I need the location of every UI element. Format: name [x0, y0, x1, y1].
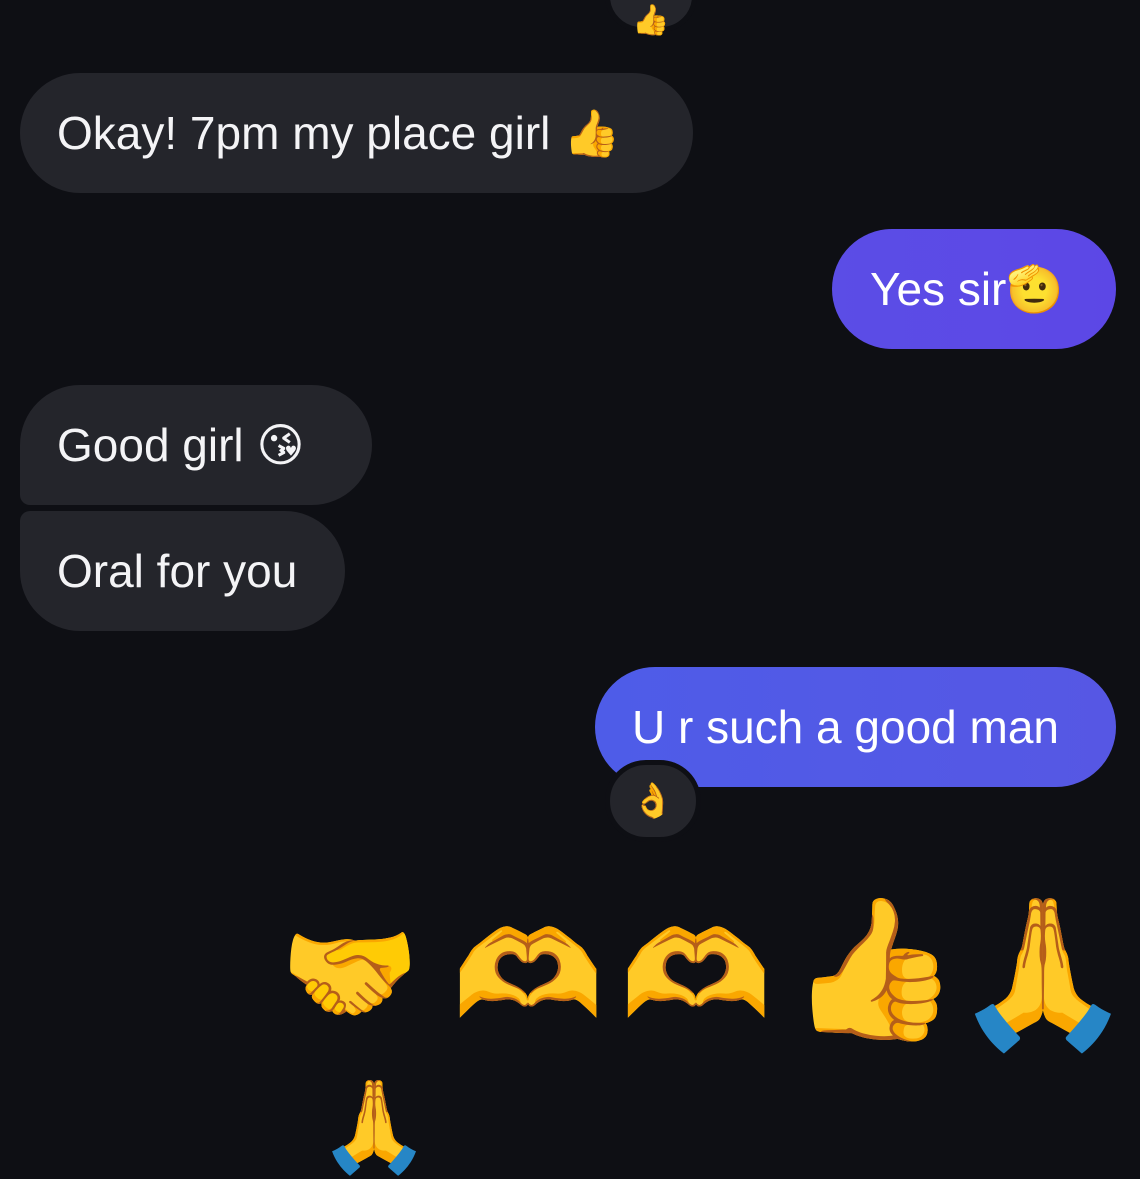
- message-bubble-incoming[interactable]: Okay! 7pm my place girl 👍: [20, 73, 693, 193]
- message-text: U r such a good man: [632, 701, 1060, 753]
- folded-hands-icon[interactable]: 🙏: [318, 1082, 430, 1172]
- heart-hands-icon[interactable]: 🫶: [452, 914, 604, 1036]
- thumbs-up-reaction-icon[interactable]: 👍: [605, 0, 697, 38]
- ok-hand-reaction-icon[interactable]: 👌: [605, 760, 701, 842]
- message-bubble-outgoing[interactable]: Yes sir🫡: [832, 229, 1116, 349]
- message-bubble-incoming[interactable]: Good girl 😘: [20, 385, 372, 505]
- message-text: Okay! 7pm my place girl: [57, 107, 551, 159]
- thumbs-up-icon: 👍: [563, 106, 621, 160]
- chat-thread: 👍 Okay! 7pm my place girl 👍 Yes sir🫡 Goo…: [0, 0, 1140, 1172]
- handshake-icon[interactable]: 🤝: [280, 918, 419, 1030]
- folded-hands-icon[interactable]: 🙏: [952, 900, 1134, 1046]
- message-bubble-incoming[interactable]: Oral for you: [20, 511, 345, 631]
- reaction-emoji: 👍: [632, 3, 670, 38]
- reaction-emoji: 👌: [631, 781, 675, 821]
- saluting-face-icon: 🫡: [1006, 262, 1064, 316]
- heart-hands-icon[interactable]: 🫶: [620, 914, 772, 1036]
- message-text: Oral for you: [57, 545, 298, 597]
- message-text: Yes sir: [870, 263, 1007, 315]
- message-text: Good girl: [57, 419, 244, 471]
- kissing-face-icon: 😘: [256, 418, 305, 472]
- thumbs-up-icon[interactable]: 👍: [788, 900, 960, 1038]
